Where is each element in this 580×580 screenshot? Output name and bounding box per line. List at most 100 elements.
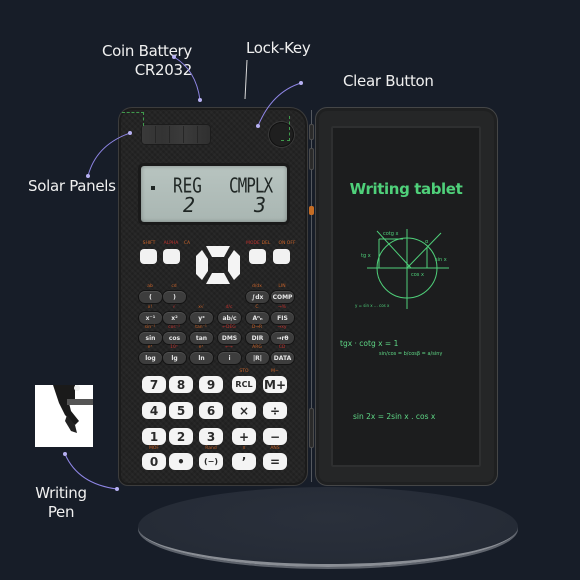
trig-unit-circle-sketch: cotg x tg x α sin x cos x y = sin x ... … [355, 229, 449, 309]
function-key[interactable]: →rθ [271, 332, 294, 344]
callout-lock-key: Lock-Key [246, 39, 311, 57]
shift-function-label: D→R [251, 325, 263, 330]
shift-function-label: LIN [278, 284, 286, 289]
keypad-key[interactable]: ÷ [263, 402, 287, 419]
keypad-key[interactable]: (−) [199, 453, 223, 470]
keypad-key[interactable]: 4 [142, 402, 166, 419]
lcd-indicator [151, 186, 155, 190]
keypad-key[interactable]: 5 [169, 402, 193, 419]
shift-function-label: ab [147, 284, 153, 289]
dpad-down[interactable] [206, 273, 230, 284]
function-key[interactable]: x⁻¹ [139, 312, 162, 324]
del-label: DEL [261, 241, 271, 246]
shift-function-label: ARG [252, 345, 262, 350]
cotg-label: cotg x [383, 231, 399, 237]
shift-function-label: ←DEG [222, 325, 236, 330]
shift-function-label: x√ [198, 305, 204, 310]
clear-highlight [281, 116, 290, 141]
shift-function-label: cos⁻¹ [168, 325, 180, 330]
dpad-up[interactable] [206, 246, 230, 257]
function-key[interactable]: i [218, 352, 241, 364]
dpad-right[interactable] [228, 250, 240, 280]
keypad-key[interactable]: − [263, 428, 287, 445]
mode-key[interactable] [249, 249, 266, 264]
shift-label: SHIFT [142, 241, 156, 246]
keypad-key[interactable]: 8 [169, 376, 193, 393]
function-key[interactable]: DATA [271, 352, 294, 364]
keypad-key[interactable]: M+ [263, 376, 287, 393]
leader-dot [115, 487, 119, 491]
shift-function-label: →xy [277, 325, 287, 330]
function-key[interactable]: FIS [271, 312, 294, 324]
keypad-key[interactable]: ’ [232, 453, 256, 470]
function-key[interactable]: DMS [218, 332, 241, 344]
keypad-key[interactable]: RCL [232, 376, 256, 393]
shift-function-label: d/dx [252, 284, 262, 289]
shift-function-label: M− [271, 369, 279, 374]
shift-function-label: eˣ [198, 345, 204, 350]
pen-icon [53, 385, 93, 433]
shift-function-label: √ [172, 305, 176, 310]
shift-function-label: sin⁻¹ [144, 325, 156, 330]
solar-panel [141, 124, 211, 145]
keypad-key[interactable]: • [169, 453, 193, 470]
function-key[interactable]: COMP [271, 291, 294, 303]
cos-label: cos x [411, 272, 424, 278]
alpha-label: ALPHA [163, 241, 179, 246]
function-key[interactable]: |R| [246, 352, 269, 364]
on-off-key[interactable] [273, 249, 290, 264]
function-key[interactable]: ) [163, 291, 186, 303]
callout-coin-battery-line2: CR2032 [134, 61, 193, 79]
alpha-label: α [425, 239, 429, 245]
shift-function-label: π [242, 446, 246, 451]
product-image: REG CMPLX 2 3 SHIFT ALPHA CA MODE DEL ON… [0, 0, 580, 580]
callout-coin-battery: Coin Battery CR2032 [98, 42, 192, 80]
shift-function-label: C [255, 305, 259, 310]
keypad-key[interactable]: 7 [142, 376, 166, 393]
shift-function-label: tan⁻¹ [195, 325, 207, 330]
solar-highlight [122, 112, 144, 126]
function-key[interactable]: ln [190, 352, 213, 364]
keypad-key[interactable]: 3 [199, 428, 223, 445]
keypad-key[interactable]: + [232, 428, 256, 445]
alpha-key[interactable] [163, 249, 180, 264]
function-key[interactable]: tan [190, 332, 213, 344]
function-key[interactable]: lg [163, 352, 186, 364]
onoff-label: ON OFF [278, 241, 296, 246]
callout-writing-pen-line2: Pen [47, 503, 75, 521]
keypad-key[interactable]: 0 [142, 453, 166, 470]
formula-ratio: sin/cos = b/cosβ = a/sinγ [379, 351, 443, 357]
function-key[interactable]: DIR [246, 332, 269, 344]
function-key[interactable]: cos [163, 332, 186, 344]
shift-function-label: d/c [225, 305, 233, 310]
lcd-value-2: 3 [254, 193, 267, 217]
function-key[interactable]: ab/c [218, 312, 241, 324]
callout-writing-pen-line1: Writing [35, 484, 87, 502]
writing-pen-image [35, 385, 93, 447]
callout-writing-pen: Writing Pen [28, 484, 94, 522]
leader-lock-key [244, 59, 248, 100]
function-key[interactable]: Aⁿₙ [246, 312, 269, 324]
function-key[interactable]: yˣ [190, 312, 213, 324]
shift-key[interactable] [140, 249, 157, 264]
shift-function-label: MOF [148, 446, 160, 451]
function-key[interactable]: ∫dx [246, 291, 269, 303]
shift-function-label: x! [147, 305, 153, 310]
dpad-left[interactable] [196, 250, 208, 280]
function-key[interactable]: x² [163, 312, 186, 324]
formula-tg-cotg: tgx · cotg x = 1 [340, 339, 399, 348]
tg-label: tg x [361, 253, 371, 259]
keypad-key[interactable]: 1 [142, 428, 166, 445]
function-key[interactable]: ( [139, 291, 162, 303]
keypad-key[interactable]: × [232, 402, 256, 419]
shift-function-label: CD [278, 345, 286, 350]
function-key[interactable]: sin [139, 332, 162, 344]
function-key[interactable]: log [139, 352, 162, 364]
keypad-key[interactable]: 6 [199, 402, 223, 419]
keypad-key[interactable]: 2 [169, 428, 193, 445]
keypad-key[interactable]: = [263, 453, 287, 470]
keypad-key[interactable]: 9 [199, 376, 223, 393]
lcd-writing-screen[interactable]: Writing tablet cotg x tg x α sin x cos x [331, 126, 481, 467]
callout-coin-battery-line1: Coin Battery [101, 42, 192, 60]
navigation-pad [196, 246, 240, 284]
